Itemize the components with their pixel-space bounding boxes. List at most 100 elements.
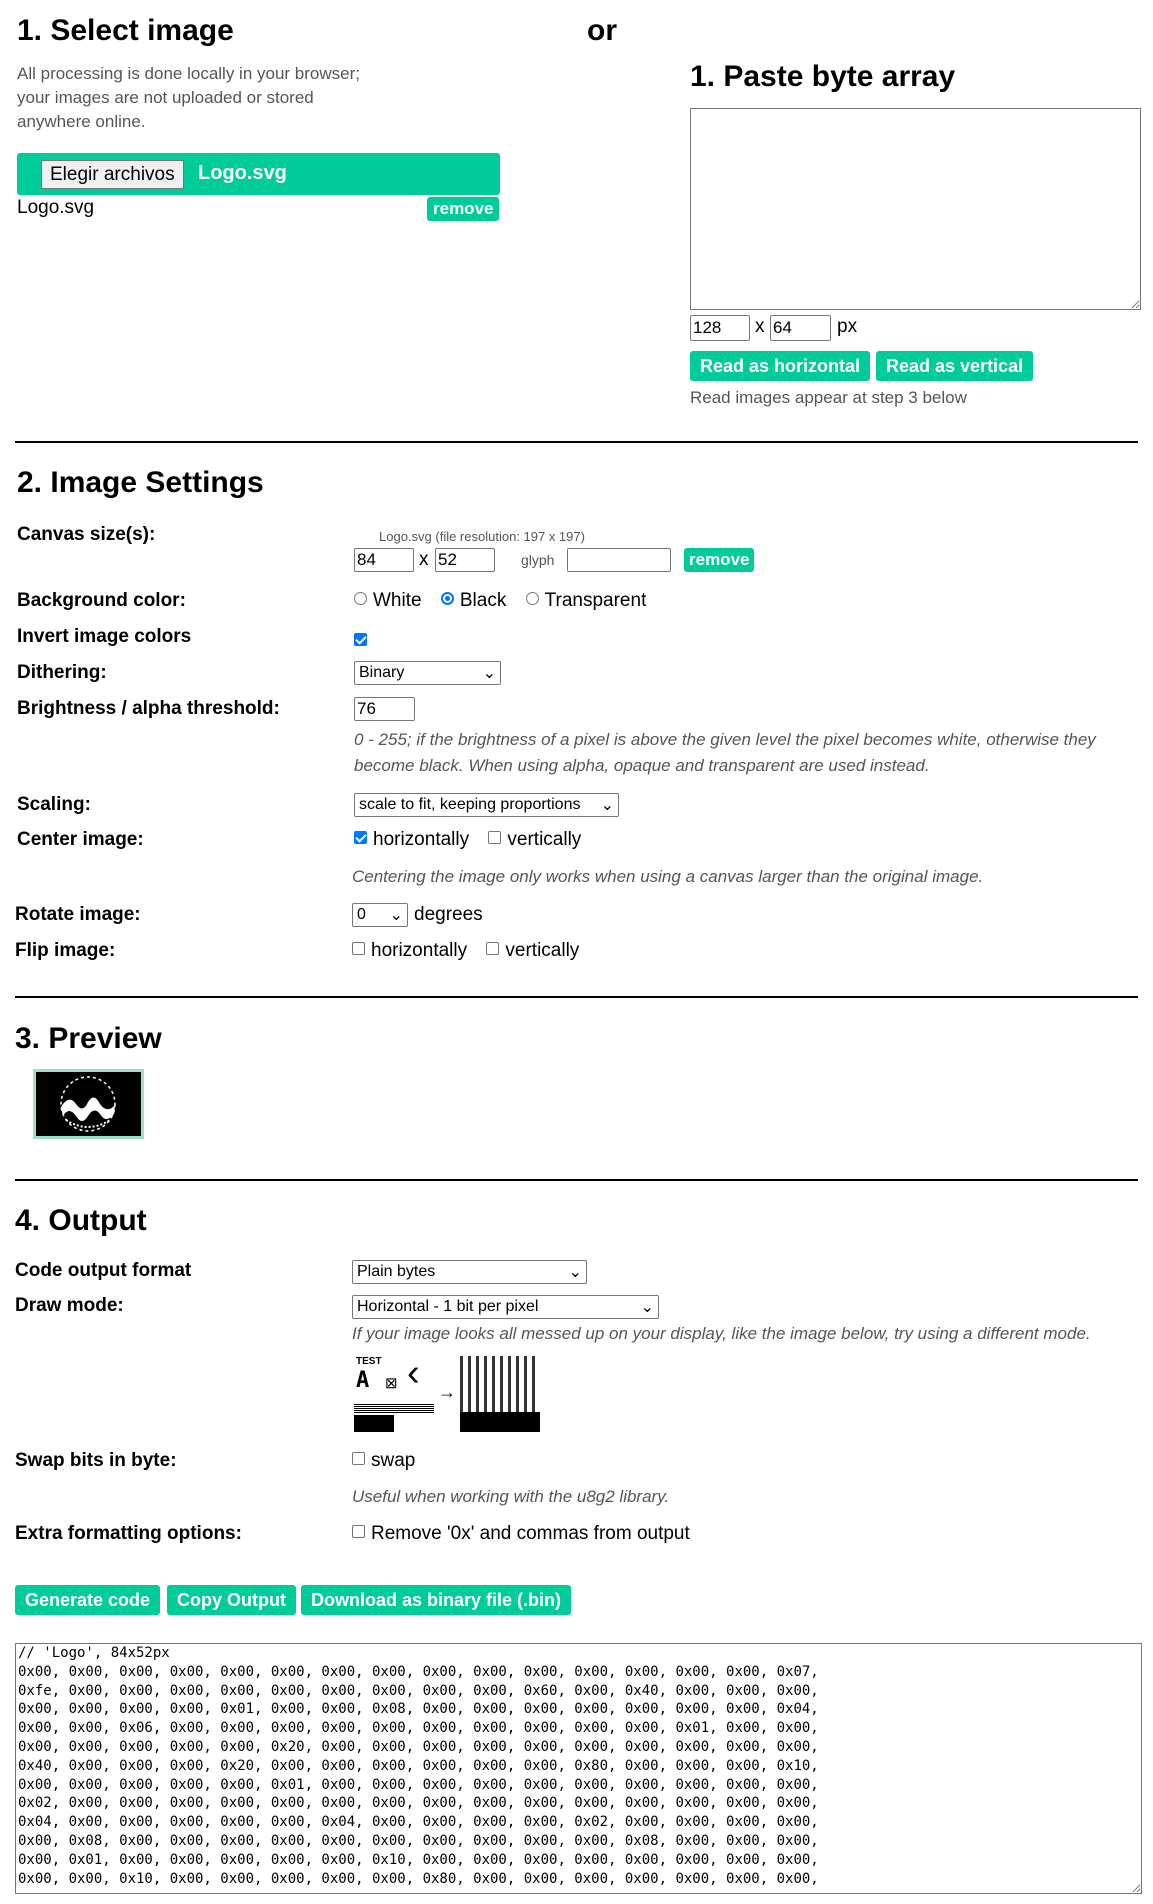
glyph-input[interactable]	[567, 548, 671, 572]
brightness-label: Brightness / alpha threshold:	[17, 698, 280, 719]
draw-mode-label: Draw mode:	[15, 1295, 124, 1316]
remove-canvas-button[interactable]: remove	[684, 548, 755, 572]
radio-selected-icon[interactable]	[440, 592, 454, 606]
flip-label: Flip image:	[15, 940, 116, 961]
swap-checkbox[interactable]: swap	[352, 1450, 415, 1472]
illustration-garbled-block	[460, 1412, 540, 1432]
brightness-input[interactable]	[354, 697, 415, 721]
rotate-label: Rotate image:	[15, 904, 141, 925]
checkbox-checked-icon[interactable]	[354, 831, 367, 845]
paste-width-input[interactable]	[690, 315, 750, 341]
paste-byte-array-title: 1. Paste byte array	[690, 60, 956, 93]
remove-0x-checkbox[interactable]: Remove '0x' and commas from output	[352, 1523, 690, 1545]
center-image-label: Center image:	[17, 829, 144, 850]
chevron-down-icon: ⌄	[482, 665, 496, 682]
bg-black-radio[interactable]: Black	[440, 590, 507, 611]
chevron-down-icon: ⌄	[568, 1264, 582, 1281]
scaling-value: scale to fit, keeping proportions	[359, 796, 581, 813]
or-label: or	[587, 14, 617, 47]
file-name: Logo.svg	[17, 197, 95, 218]
bg-transparent-label: Transparent	[544, 590, 647, 611]
checkbox-icon[interactable]	[352, 1525, 365, 1539]
rotate-value: 0	[357, 906, 366, 923]
extra-formatting-label: Extra formatting options:	[15, 1523, 242, 1544]
read-horizontal-button[interactable]: Read as horizontal	[690, 351, 871, 381]
remove-0x-label: Remove '0x' and commas from output	[371, 1523, 690, 1544]
arrow-right-icon: →	[438, 1382, 456, 1402]
paste-height-input[interactable]	[770, 315, 831, 341]
bg-white-radio[interactable]: White	[354, 590, 422, 611]
scaling-label: Scaling:	[17, 794, 91, 815]
dithering-select[interactable]: Binary ⌄	[354, 661, 501, 685]
checkbox-icon[interactable]	[488, 831, 502, 845]
image-settings-title: 2. Image Settings	[17, 466, 264, 499]
checkbox-icon[interactable]	[352, 942, 365, 956]
choose-files-button[interactable]: Elegir archivos	[41, 160, 184, 189]
illustration-lines	[354, 1404, 434, 1413]
flip-vertical-checkbox[interactable]: vertically	[486, 940, 579, 961]
illustration-box-icon: ⊠	[385, 1375, 398, 1392]
preview-title: 3. Preview	[15, 1022, 162, 1055]
swap-bits-label: Swap bits in byte:	[15, 1450, 177, 1471]
radio-icon[interactable]	[525, 592, 539, 606]
divider	[15, 996, 1138, 998]
flip-options: horizontally vertically	[352, 940, 579, 962]
draw-mode-value: Horizontal - 1 bit per pixel	[357, 1298, 539, 1315]
illustration-chevron-icon: ‹	[407, 1352, 420, 1394]
checkbox-icon[interactable]	[486, 942, 500, 956]
paste-px-label: px	[837, 316, 858, 337]
chevron-down-icon: ⌄	[600, 797, 614, 814]
file-resolution: Logo.svg (file resolution: 197 x 197)	[379, 529, 585, 544]
privacy-note-line: your images are not uploaded or stored	[17, 88, 314, 107]
copy-output-button[interactable]: Copy Output	[167, 1585, 296, 1615]
privacy-note-line: anywhere online.	[17, 112, 146, 131]
read-vertical-button[interactable]: Read as vertical	[876, 351, 1034, 381]
file-input-bar[interactable]: Elegir archivos Logo.svg	[17, 153, 500, 195]
center-horizontal-label: horizontally	[373, 829, 470, 850]
code-format-select[interactable]: Plain bytes ⌄	[352, 1260, 587, 1284]
bg-white-label: White	[373, 590, 422, 611]
draw-mode-note: If your image looks all messed up on you…	[352, 1324, 1091, 1343]
code-format-value: Plain bytes	[357, 1263, 436, 1280]
brightness-help: 0 - 255; if the brightness of a pixel is…	[354, 727, 1096, 779]
generate-code-button[interactable]: Generate code	[15, 1585, 161, 1615]
radio-icon[interactable]	[354, 592, 367, 606]
privacy-note: All processing is done locally in your b…	[17, 62, 360, 134]
center-vertical-checkbox[interactable]: vertically	[488, 829, 581, 850]
dithering-label: Dithering:	[17, 662, 107, 683]
swap-label: swap	[371, 1450, 416, 1471]
code-output[interactable]	[15, 1643, 1142, 1894]
chevron-down-icon: ⌄	[640, 1299, 654, 1316]
download-bin-button[interactable]: Download as binary file (.bin)	[301, 1585, 572, 1615]
background-color-options: White Black Transparent	[354, 590, 646, 612]
paste-note: Read images appear at step 3 below	[690, 388, 967, 407]
scaling-select[interactable]: scale to fit, keeping proportions ⌄	[354, 793, 619, 817]
chosen-file-name: Logo.svg	[198, 162, 287, 184]
code-format-label: Code output format	[15, 1260, 192, 1281]
center-options: horizontally vertically	[354, 829, 581, 851]
checkbox-icon[interactable]	[352, 1452, 365, 1466]
preview-canvas	[33, 1069, 144, 1139]
bg-transparent-radio[interactable]: Transparent	[525, 590, 647, 611]
output-title: 4. Output	[15, 1204, 147, 1237]
brightness-help-line: 0 - 255; if the brightness of a pixel is…	[354, 730, 1096, 749]
flip-horizontal-label: horizontally	[371, 940, 468, 961]
invert-colors-checkbox[interactable]	[354, 633, 367, 647]
canvas-height-input[interactable]	[435, 548, 495, 572]
draw-mode-select[interactable]: Horizontal - 1 bit per pixel ⌄	[352, 1295, 659, 1319]
divider	[15, 441, 1138, 443]
rotate-select[interactable]: 0 ⌄	[352, 903, 408, 927]
remove-file-button[interactable]: remove	[427, 197, 500, 221]
center-vertical-label: vertically	[507, 829, 582, 850]
illustration-test-text: TEST	[356, 1356, 382, 1367]
bg-black-label: Black	[459, 590, 507, 611]
draw-mode-illustration: TEST A ⊠ ‹ →	[352, 1352, 542, 1434]
center-horizontal-checkbox[interactable]: horizontally	[354, 829, 469, 850]
flip-horizontal-checkbox[interactable]: horizontally	[352, 940, 467, 961]
paste-x-label: x	[755, 316, 765, 337]
logo-preview-image	[60, 1076, 116, 1132]
swap-note: Useful when working with the u8g2 librar…	[352, 1487, 670, 1506]
byte-array-input[interactable]	[690, 108, 1141, 310]
canvas-width-input[interactable]	[354, 548, 414, 572]
brightness-help-line: become black. When using alpha, opaque a…	[354, 756, 930, 775]
